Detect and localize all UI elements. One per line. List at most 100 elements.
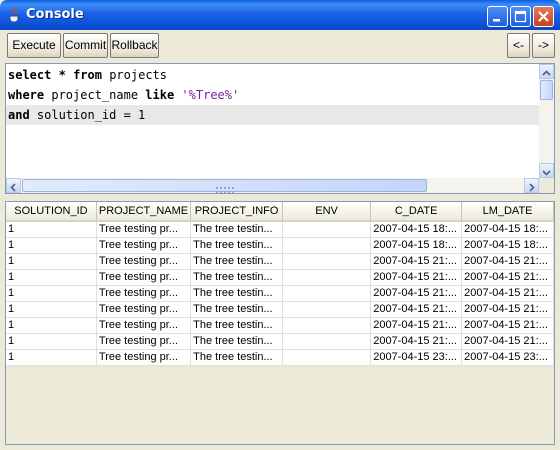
table-cell[interactable] [282, 317, 372, 334]
sql-line[interactable]: where project_name like '%Tree%' [6, 85, 539, 105]
minimize-button[interactable] [487, 6, 508, 27]
table-row[interactable]: 1 Tree testing pr... The tree testin... 200… [6, 221, 554, 238]
sql-string-literal: '%Tree%' [181, 88, 240, 102]
table-cell[interactable]: The tree testin... [190, 253, 283, 270]
table-body: 1 Tree testing pr... The tree testin... 200… [6, 221, 554, 366]
table-row[interactable]: 1 Tree testing pr... The tree testin... 200… [6, 237, 554, 254]
table-cell[interactable]: Tree testing pr... [96, 317, 192, 334]
table-row[interactable]: 1 Tree testing pr... The tree testin... 200… [6, 301, 554, 318]
horizontal-scroll-thumb[interactable] [22, 179, 427, 193]
table-cell[interactable]: 2007-04-15 23:... [461, 349, 554, 366]
table-cell[interactable]: 2007-04-15 21:... [370, 317, 463, 334]
table-cell[interactable]: Tree testing pr... [96, 253, 192, 270]
maximize-icon [514, 10, 527, 23]
table-row[interactable]: 1 Tree testing pr... The tree testin... 200… [6, 253, 554, 270]
column-header-lm-date[interactable]: LM_DATE [461, 202, 554, 222]
scroll-right-button[interactable] [524, 178, 539, 193]
table-cell[interactable] [282, 301, 372, 318]
table-cell[interactable]: 2007-04-15 18:... [461, 237, 554, 254]
table-cell[interactable] [282, 285, 372, 302]
table-cell[interactable]: 2007-04-15 21:... [370, 253, 463, 270]
table-cell[interactable]: 2007-04-15 21:... [370, 285, 463, 302]
vertical-scroll-thumb[interactable] [540, 80, 553, 100]
table-cell[interactable]: Tree testing pr... [96, 221, 192, 238]
table-cell[interactable]: 2007-04-15 18:... [370, 221, 463, 238]
table-cell[interactable]: Tree testing pr... [96, 269, 192, 286]
table-cell[interactable]: 1 [6, 285, 97, 302]
maximize-button[interactable] [510, 6, 531, 27]
table-cell[interactable]: 1 [6, 221, 97, 238]
table-cell[interactable]: 2007-04-15 21:... [461, 333, 554, 350]
sql-editor-text[interactable]: select * from projects where project_nam… [6, 64, 539, 178]
table-cell[interactable]: Tree testing pr... [96, 285, 192, 302]
title-bar[interactable]: Console [0, 0, 560, 30]
table-cell[interactable]: 2007-04-15 21:... [461, 269, 554, 286]
table-cell[interactable]: Tree testing pr... [96, 301, 192, 318]
table-cell[interactable] [282, 237, 372, 254]
table-cell[interactable]: The tree testin... [190, 349, 283, 366]
arrow-right-icon [529, 183, 535, 192]
table-cell[interactable]: 2007-04-15 23:... [370, 349, 463, 366]
horizontal-scrollbar[interactable] [6, 178, 539, 193]
table-cell[interactable]: The tree testin... [190, 221, 283, 238]
vertical-scrollbar[interactable] [539, 64, 554, 178]
table-cell[interactable]: Tree testing pr... [96, 333, 192, 350]
previous-query-button[interactable]: <- [507, 33, 530, 58]
sql-keyword: from [73, 68, 102, 82]
table-cell[interactable]: 2007-04-15 18:... [370, 237, 463, 254]
execute-button[interactable]: Execute [7, 33, 61, 58]
table-cell[interactable]: 2007-04-15 21:... [370, 269, 463, 286]
table-cell[interactable]: 2007-04-15 21:... [461, 317, 554, 334]
rollback-button[interactable]: Rollback [110, 33, 159, 58]
table-cell[interactable]: 2007-04-15 21:... [370, 301, 463, 318]
column-header-project-info[interactable]: PROJECT_INFO [190, 202, 283, 222]
sql-editor[interactable]: select * from projects where project_nam… [5, 63, 555, 194]
table-cell[interactable]: Tree testing pr... [96, 349, 192, 366]
table-cell[interactable] [282, 349, 372, 366]
scroll-left-button[interactable] [6, 178, 21, 193]
column-header-solution-id[interactable]: SOLUTION_ID [6, 202, 97, 222]
close-button[interactable] [533, 6, 554, 27]
scroll-down-button[interactable] [539, 163, 554, 178]
table-cell[interactable]: 1 [6, 237, 97, 254]
table-row[interactable]: 1 Tree testing pr... The tree testin... 200… [6, 349, 554, 366]
sql-line-current[interactable]: and solution_id = 1 [6, 105, 539, 125]
grip-icon [216, 187, 234, 193]
table-cell[interactable]: 2007-04-15 21:... [461, 285, 554, 302]
table-row[interactable]: 1 Tree testing pr... The tree testin... 200… [6, 285, 554, 302]
table-cell[interactable]: 1 [6, 349, 97, 366]
column-header-project-name[interactable]: PROJECT_NAME [96, 202, 192, 222]
table-cell[interactable]: The tree testin... [190, 269, 283, 286]
table-cell[interactable]: Tree testing pr... [96, 237, 192, 254]
next-query-button[interactable]: -> [532, 33, 555, 58]
table-cell[interactable] [282, 253, 372, 270]
table-row[interactable]: 1 Tree testing pr... The tree testin... 200… [6, 269, 554, 286]
table-row[interactable]: 1 Tree testing pr... The tree testin... 200… [6, 317, 554, 334]
table-cell[interactable]: 2007-04-15 21:... [370, 333, 463, 350]
table-cell[interactable] [282, 333, 372, 350]
table-cell[interactable]: 2007-04-15 21:... [461, 253, 554, 270]
table-cell[interactable]: 1 [6, 333, 97, 350]
table-cell[interactable]: The tree testin... [190, 301, 283, 318]
table-cell[interactable]: The tree testin... [190, 333, 283, 350]
table-cell[interactable]: 1 [6, 269, 97, 286]
table-row[interactable]: 1 Tree testing pr... The tree testin... 200… [6, 333, 554, 350]
scroll-up-button[interactable] [539, 64, 554, 79]
results-table: SOLUTION_ID PROJECT_NAME PROJECT_INFO ENV C_… [6, 202, 554, 366]
table-cell[interactable]: 2007-04-15 21:... [461, 301, 554, 318]
table-cell[interactable] [282, 221, 372, 238]
table-cell[interactable]: 1 [6, 301, 97, 318]
table-cell[interactable]: 1 [6, 253, 97, 270]
table-cell[interactable]: 1 [6, 317, 97, 334]
sql-keyword: and [8, 108, 30, 122]
table-cell[interactable]: The tree testin... [190, 237, 283, 254]
table-cell[interactable]: 2007-04-15 18:... [461, 221, 554, 238]
commit-button[interactable]: Commit [63, 33, 108, 58]
table-cell[interactable]: The tree testin... [190, 317, 283, 334]
sql-line[interactable]: select * from projects [6, 65, 539, 85]
column-header-env[interactable]: ENV [282, 202, 372, 222]
table-cell[interactable]: The tree testin... [190, 285, 283, 302]
column-header-c-date[interactable]: C_DATE [370, 202, 463, 222]
table-cell[interactable] [282, 269, 372, 286]
